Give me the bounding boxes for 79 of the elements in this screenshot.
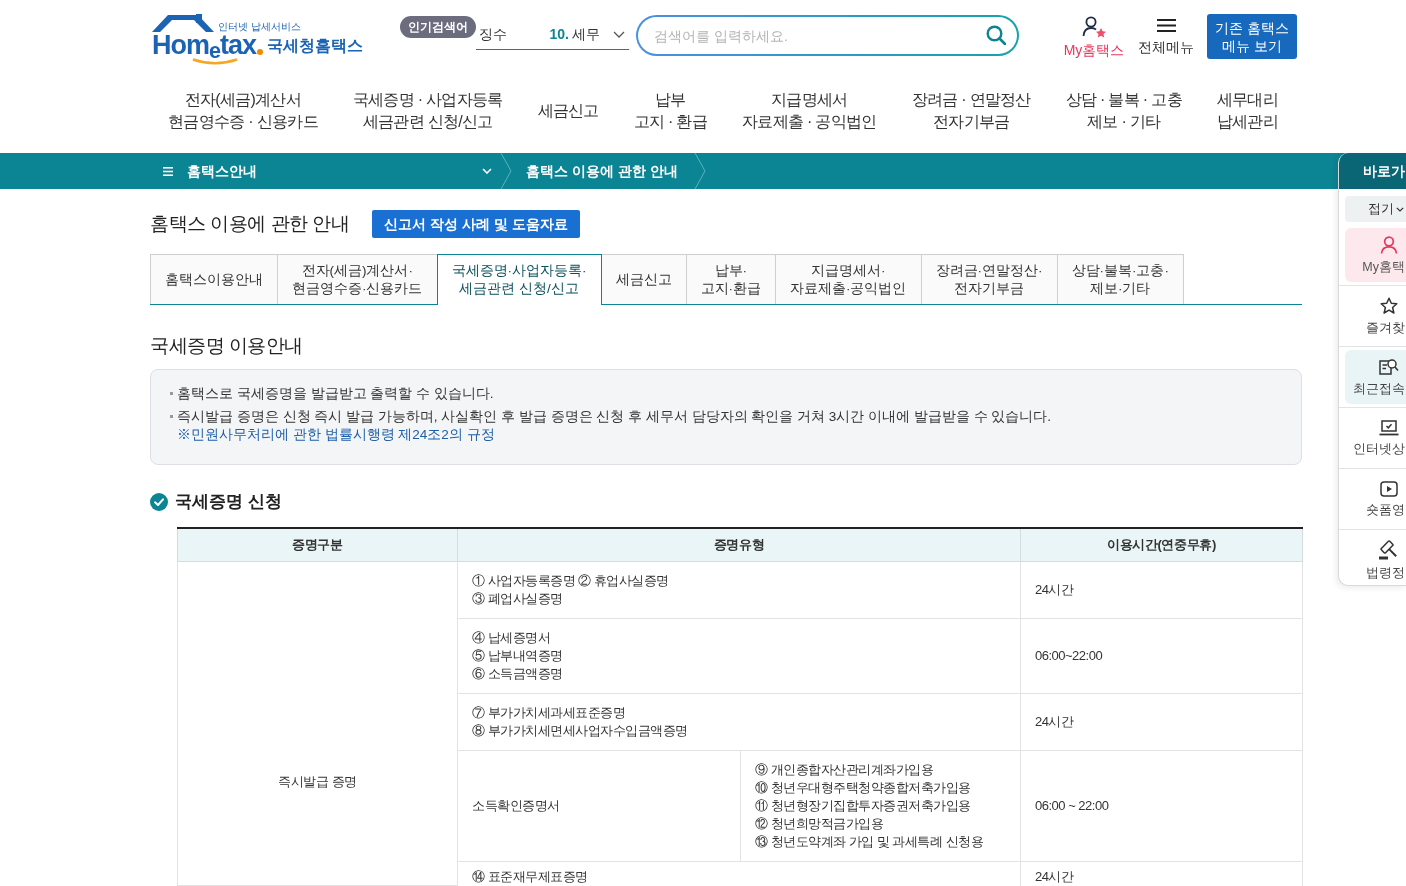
site-name: 국세청홈택스 bbox=[267, 36, 364, 56]
tab[interactable]: 홈택스이용안내 bbox=[150, 254, 278, 304]
table-cell: 06:00~22:00 bbox=[1020, 618, 1303, 693]
legacy-menu-button[interactable]: 기존 홈택스 메뉴 보기 bbox=[1207, 14, 1297, 59]
bullet-icon bbox=[170, 392, 173, 395]
main-menu-link[interactable]: 세금신고 bbox=[537, 100, 599, 122]
dot-icon bbox=[257, 49, 264, 55]
main-menu-link[interactable]: 납부 고지 · 환급 bbox=[633, 89, 708, 133]
logo-text: Hom$_{e}$tax bbox=[152, 32, 257, 58]
regulation-link[interactable]: ※민원사무처리에 관한 법률시행령 제24조2의 규정 bbox=[177, 426, 495, 444]
chevron-right-icon bbox=[500, 153, 512, 189]
column-header: 증명유형 bbox=[457, 528, 1021, 561]
main-menu-link[interactable]: 상담 · 불복 · 고충 제보 · 기타 bbox=[1065, 89, 1182, 133]
user-star-icon bbox=[1081, 16, 1107, 38]
quick-menu-item[interactable]: 즐겨찾 bbox=[1345, 289, 1406, 343]
main-menu-link[interactable]: 장려금 · 연말정산 전자기부금 bbox=[911, 89, 1031, 133]
search-field[interactable]: 검색어를 입력하세요. bbox=[636, 15, 1019, 56]
collapse-button[interactable]: 접기 bbox=[1345, 196, 1406, 222]
breadcrumb-dropdown[interactable]: 홈택스안내 bbox=[150, 153, 500, 189]
column-header: 증명구분 bbox=[177, 528, 458, 561]
check-circle-icon bbox=[150, 493, 168, 511]
table-cell: ① 사업자등록증명 ② 휴업사실증명 ③ 폐업사실증명 bbox=[457, 561, 1021, 618]
table-cell: 소득확인증명서 bbox=[457, 750, 741, 861]
document-search-icon bbox=[1378, 357, 1399, 376]
chevron-down-icon bbox=[613, 31, 625, 38]
table-cell: ④ 납세증명서 ⑤ 납부내역증명 ⑥ 소득금액증명 bbox=[457, 618, 1021, 693]
main-menu-link[interactable]: 세무대리 납세관리 bbox=[1216, 89, 1278, 133]
page-title: 홈택스 이용에 관한 안내 bbox=[150, 212, 350, 236]
quick-menu-item[interactable]: 인터넷상 bbox=[1345, 411, 1406, 465]
popular-search-ticker[interactable]: 징수 10. 세무 bbox=[476, 14, 629, 50]
laptop-check-icon bbox=[1378, 419, 1399, 436]
column-header: 이용시간(연중무휴) bbox=[1020, 528, 1303, 561]
search-rank: 10. bbox=[549, 25, 569, 44]
house-roof-icon bbox=[152, 14, 214, 32]
menu-icon bbox=[1156, 19, 1176, 32]
notice-text: 홈택스로 국세증명을 발급받고 출력할 수 있습니다. bbox=[177, 386, 494, 401]
quick-menu-title: 바로가 bbox=[1339, 153, 1406, 189]
chevron-down-icon bbox=[482, 168, 492, 174]
tab[interactable]: 장려금·연말정산· 전자기부금 bbox=[920, 254, 1058, 304]
table-cell: 24시간 bbox=[1020, 561, 1303, 618]
star-icon bbox=[1379, 296, 1398, 315]
chevron-down-icon bbox=[1396, 206, 1404, 212]
tab[interactable]: 국세증명·사업자등록· 세금관련 신청/신고 bbox=[436, 254, 602, 305]
gavel-icon bbox=[1377, 539, 1400, 560]
tab[interactable]: 전자(세금)계산서· 현금영수증·신용카드 bbox=[277, 254, 438, 304]
main-menu-link[interactable]: 지급명세서 자료제출 · 공익법인 bbox=[742, 89, 877, 133]
swoosh-icon bbox=[192, 58, 238, 65]
my-hometax-button[interactable]: My홈택스 bbox=[1063, 16, 1125, 59]
help-materials-button[interactable]: 신고서 작성 사례 및 도움자료 bbox=[372, 210, 580, 238]
popular-search-badge: 인기검색어 bbox=[400, 16, 476, 38]
menu-icon bbox=[163, 166, 173, 176]
table-cell: 06:00 ~ 22:00 bbox=[1020, 750, 1303, 861]
table-cell: 24시간 bbox=[1020, 693, 1303, 750]
tab[interactable]: 지급명세서· 자료제출·공익법인 bbox=[775, 254, 922, 304]
play-icon bbox=[1379, 480, 1398, 497]
table-cell: ⑨ 개인종합자산관리계좌가입용 ⑩ 청년우대형주택청약종합저축가입용 ⑪ 청년형장기집합투자증권저축가입용 ⑫ 청년희망적금가입용 ⑬ 청년도약계좌 가입 및 과세특례 신청용 bbox=[740, 750, 1021, 861]
quick-menu-item[interactable]: My홈택 bbox=[1345, 228, 1406, 282]
search-term: 징수 bbox=[479, 25, 507, 44]
quick-menu-item[interactable]: 숏폼영 bbox=[1345, 472, 1406, 526]
tab[interactable]: 세금신고 bbox=[600, 254, 687, 304]
search-term: 세무 bbox=[572, 25, 600, 44]
chevron-right-icon bbox=[693, 153, 706, 189]
table-cell: ⑦ 부가가치세과세표준증명 ⑧ 부가가치세면세사업자수입금액증명 bbox=[457, 693, 1021, 750]
quick-menu-item[interactable]: 최근접속 bbox=[1345, 350, 1406, 404]
search-icon[interactable] bbox=[986, 25, 1006, 45]
bullet-icon bbox=[170, 415, 173, 418]
main-menu-link[interactable]: 전자(세금)계산서 현금영수증 · 신용카드 bbox=[168, 89, 318, 133]
tab[interactable]: 상담·불복·고충· 제보·기타 bbox=[1056, 254, 1184, 304]
logo-tagline: 인터넷 납세서비스 bbox=[218, 22, 301, 32]
subsection-title: 국세증명 신청 bbox=[175, 491, 282, 513]
table-cell: 즉시발급 증명 bbox=[177, 561, 458, 886]
tab[interactable]: 납부· 고지·환급 bbox=[685, 254, 776, 304]
quick-menu-item[interactable]: 법령정 bbox=[1345, 533, 1406, 585]
section-title: 국세증명 이용안내 bbox=[150, 334, 304, 358]
breadcrumb-current: 홈택스 이용에 관한 안내 bbox=[526, 161, 678, 181]
notice-text: 즉시발급 증명은 신청 즉시 발급 가능하며, 사실확인 후 발급 증명은 신청 후 세무서 담당자의 확인을 거쳐 3시간 이내에 발급받을 수 있습니다. bbox=[177, 409, 1052, 424]
user-icon bbox=[1379, 235, 1398, 254]
main-menu-link[interactable]: 국세증명 · 사업자등록 세금관련 신청/신고 bbox=[352, 89, 503, 133]
all-menu-button[interactable]: 전체메뉴 bbox=[1139, 19, 1193, 56]
